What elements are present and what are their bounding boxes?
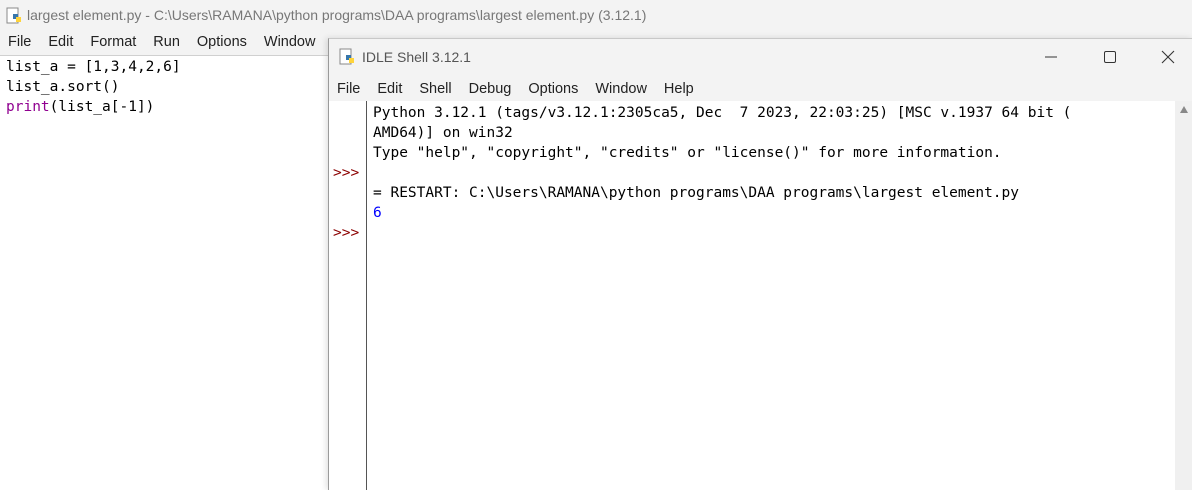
shell-menu-debug[interactable]: Debug (461, 81, 520, 97)
editor-menu-format[interactable]: Format (82, 34, 144, 50)
code-line-2: list_a.sort() (6, 79, 120, 95)
shell-output: Python 3.12.1 (tags/v3.12.1:2305ca5, Dec… (373, 103, 1071, 223)
restart-line: = RESTART: C:\Users\RAMANA\python progra… (373, 185, 1020, 201)
editor-title: largest element.py - C:\Users\RAMANA\pyt… (27, 7, 647, 23)
editor-text-area[interactable]: list_a = [1,3,4,2,6] list_a.sort() print(l… (0, 55, 330, 490)
close-icon (1161, 50, 1175, 64)
editor-menu-file[interactable]: File (0, 34, 39, 50)
shell-prompt: >>> (333, 165, 360, 181)
python-idle-icon (6, 7, 21, 24)
program-output: 6 (373, 205, 382, 221)
banner-line-1: Python 3.12.1 (tags/v3.12.1:2305ca5, Dec… (373, 105, 1072, 121)
editor-menubar: File Edit Format Run Options Window (0, 30, 324, 54)
minimize-icon (1045, 56, 1057, 58)
editor-menu-window[interactable]: Window (256, 34, 324, 50)
maximize-button[interactable] (1090, 45, 1130, 69)
shell-menu-edit[interactable]: Edit (369, 81, 410, 97)
code-line-1: list_a = [1,3,4,2,6] (6, 59, 181, 75)
code-line-3: print(list_a[-1]) (6, 97, 181, 117)
shell-menu-help[interactable]: Help (656, 81, 702, 97)
python-idle-icon (339, 48, 354, 65)
shell-text-area[interactable]: Python 3.12.1 (tags/v3.12.1:2305ca5, Dec… (367, 101, 1175, 490)
maximize-icon (1104, 51, 1116, 63)
shell-menu-file[interactable]: File (329, 81, 368, 97)
banner-line-3: Type "help", "copyright", "credits" or "… (373, 145, 1002, 161)
editor-menu-edit[interactable]: Edit (40, 34, 81, 50)
minimize-button[interactable] (1031, 45, 1071, 69)
close-button[interactable] (1148, 45, 1188, 69)
shell-menu-shell[interactable]: Shell (411, 81, 459, 97)
shell-menubar: File Edit Shell Debug Options Window Hel… (329, 77, 703, 101)
shell-menu-window[interactable]: Window (587, 81, 655, 97)
banner-line-2: AMD64)] on win32 (373, 125, 513, 141)
shell-prompt-gutter: >>> >>> (329, 101, 367, 490)
editor-menu-options[interactable]: Options (189, 34, 255, 50)
scroll-up-icon[interactable] (1180, 106, 1188, 113)
shell-prompt: >>> (333, 225, 360, 241)
shell-menu-options[interactable]: Options (520, 81, 586, 97)
shell-window: IDLE Shell 3.12.1 File Edit Shell Debug … (328, 38, 1192, 490)
editor-titlebar[interactable]: largest element.py - C:\Users\RAMANA\pyt… (0, 0, 1192, 30)
shell-title: IDLE Shell 3.12.1 (362, 49, 471, 65)
shell-vertical-scrollbar[interactable] (1175, 101, 1192, 490)
editor-code: list_a = [1,3,4,2,6] list_a.sort() print(l… (6, 57, 181, 117)
builtin-print: print (6, 99, 50, 115)
shell-titlebar[interactable]: IDLE Shell 3.12.1 (329, 39, 1192, 75)
editor-menu-run[interactable]: Run (145, 34, 188, 50)
code-line-3-rest: (list_a[-1]) (49, 99, 155, 115)
